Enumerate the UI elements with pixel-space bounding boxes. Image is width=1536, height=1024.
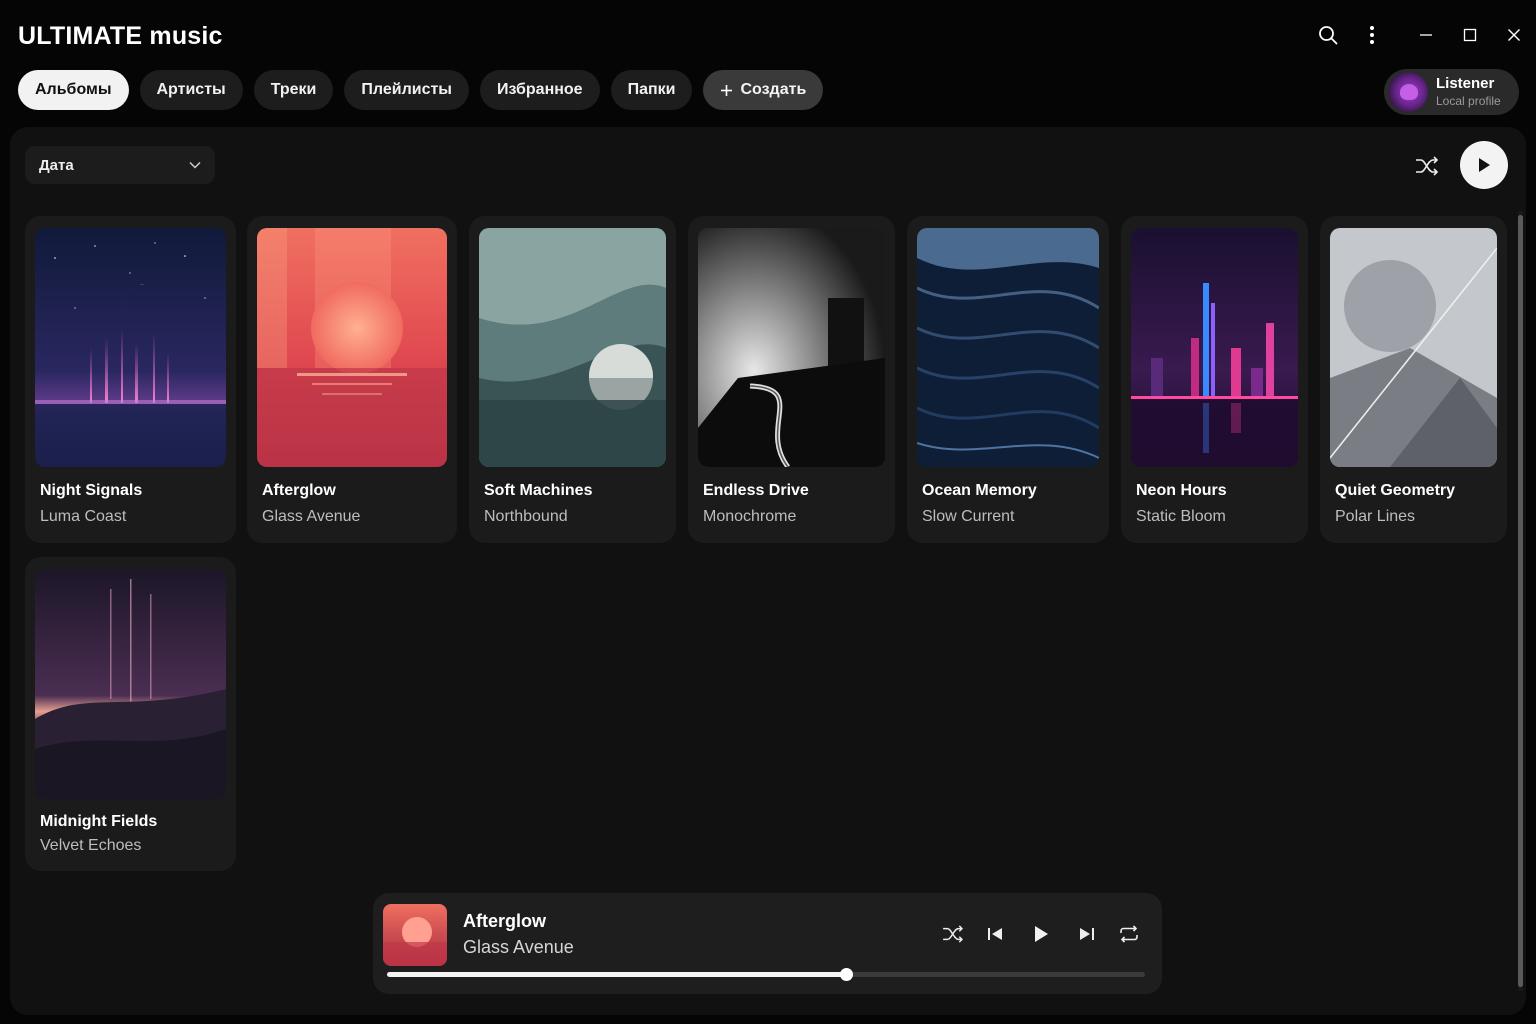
shuffle-button[interactable] xyxy=(936,919,970,949)
search-button[interactable] xyxy=(1306,18,1350,52)
albums-panel: Дата Night Signals Luma Coast Afterglow … xyxy=(10,127,1526,1015)
shuffle-icon xyxy=(943,925,964,943)
profile-name: Listener xyxy=(1436,75,1495,92)
album-card-midnight-fields[interactable]: Midnight Fields Velvet Echoes xyxy=(25,557,236,871)
play-all-button[interactable] xyxy=(1460,141,1508,189)
previous-button[interactable] xyxy=(978,919,1012,949)
album-artist: Velvet Echoes xyxy=(40,837,142,854)
album-cover xyxy=(479,228,666,467)
album-cover xyxy=(917,228,1099,467)
album-card-afterglow[interactable]: Afterglow Glass Avenue xyxy=(247,216,457,543)
now-playing-title: Afterglow xyxy=(463,911,546,931)
repeat-button[interactable] xyxy=(1112,919,1146,949)
nav-tabs: Альбомы Артисты Треки Плейлисты Избранно… xyxy=(18,70,824,110)
scrollbar-thumb[interactable] xyxy=(1518,215,1523,987)
avatar xyxy=(1388,72,1428,112)
album-artist: Glass Avenue xyxy=(262,508,361,525)
maximize-icon xyxy=(1463,28,1477,42)
chevron-down-icon xyxy=(189,161,201,169)
album-artist: Monochrome xyxy=(703,508,797,525)
album-artist: Polar Lines xyxy=(1335,508,1416,525)
album-card-quiet-geometry[interactable]: Quiet Geometry Polar Lines xyxy=(1320,216,1507,543)
album-title: Neon Hours xyxy=(1136,482,1227,499)
search-icon xyxy=(1319,26,1338,45)
play-icon xyxy=(1479,158,1490,172)
skip-next-icon xyxy=(1080,928,1094,940)
album-artist: Luma Coast xyxy=(40,508,127,525)
album-card-neon-hours[interactable]: Neon Hours Static Bloom xyxy=(1121,216,1308,543)
close-icon xyxy=(1508,29,1520,41)
album-card-ocean-memory[interactable]: Ocean Memory Slow Current xyxy=(907,216,1109,543)
minimize-button[interactable] xyxy=(1404,18,1448,52)
app-title: ULTIMATE music xyxy=(18,22,223,50)
scrollbar[interactable] xyxy=(1518,211,1523,991)
album-title: Midnight Fields xyxy=(40,813,158,830)
tab-favorites[interactable]: Избранное xyxy=(479,70,600,110)
close-button[interactable] xyxy=(1492,18,1536,52)
album-card-soft-machines[interactable]: Soft Machines Northbound xyxy=(469,216,676,543)
album-title: Endless Drive xyxy=(703,482,809,499)
album-cover xyxy=(1330,228,1497,467)
create-button[interactable]: Создать xyxy=(703,70,824,110)
sort-label: Дата xyxy=(39,156,74,174)
window-controls xyxy=(1306,18,1536,52)
album-card-endless-drive[interactable]: Endless Drive Monochrome xyxy=(688,216,895,543)
play-button[interactable] xyxy=(1024,919,1058,949)
more-vertical-icon xyxy=(1370,26,1374,44)
album-cover xyxy=(257,228,447,467)
tab-folders[interactable]: Папки xyxy=(610,70,693,110)
profile-subtitle: Local profile xyxy=(1436,94,1501,108)
progress-fill xyxy=(387,972,846,977)
play-icon xyxy=(1035,926,1048,942)
album-artist: Northbound xyxy=(484,508,568,525)
album-artist: Slow Current xyxy=(922,508,1015,525)
progress-bar[interactable] xyxy=(387,968,1145,981)
album-title: Afterglow xyxy=(262,482,336,499)
now-playing-cover[interactable] xyxy=(383,904,447,966)
album-card-night-signals[interactable]: Night Signals Luma Coast xyxy=(25,216,236,543)
repeat-icon xyxy=(1120,925,1138,943)
shuffle-icon xyxy=(1416,156,1439,176)
sort-dropdown[interactable]: Дата xyxy=(25,146,215,184)
album-title: Quiet Geometry xyxy=(1335,482,1456,499)
plus-icon xyxy=(721,84,733,96)
tab-albums[interactable]: Альбомы xyxy=(18,70,129,110)
app-window: ULTIMATE music Альбомы Артисты Треки Пле… xyxy=(0,0,1536,1024)
album-cover xyxy=(35,228,226,467)
album-cover xyxy=(698,228,885,467)
album-title: Soft Machines xyxy=(484,482,593,499)
tab-playlists[interactable]: Плейлисты xyxy=(344,70,469,110)
tab-tracks[interactable]: Треки xyxy=(253,70,334,110)
shuffle-all-button[interactable] xyxy=(1407,147,1447,185)
more-button[interactable] xyxy=(1350,18,1394,52)
album-cover xyxy=(1131,228,1298,467)
album-cover xyxy=(35,569,226,799)
progress-knob[interactable] xyxy=(839,968,853,981)
create-label: Создать xyxy=(740,81,807,98)
maximize-button[interactable] xyxy=(1448,18,1492,52)
now-playing-bar: Afterglow Glass Avenue xyxy=(373,893,1162,994)
minimize-icon xyxy=(1420,34,1432,36)
next-button[interactable] xyxy=(1070,919,1104,949)
now-playing-artist: Glass Avenue xyxy=(463,937,574,957)
album-title: Night Signals xyxy=(40,482,143,499)
profile-button[interactable]: Listener Local profile xyxy=(1384,69,1519,115)
tab-artists[interactable]: Артисты xyxy=(139,70,243,110)
profile-text: Listener Local profile xyxy=(1436,75,1501,109)
album-title: Ocean Memory xyxy=(922,482,1037,499)
skip-previous-icon xyxy=(988,928,1002,940)
album-artist: Static Bloom xyxy=(1136,508,1226,525)
